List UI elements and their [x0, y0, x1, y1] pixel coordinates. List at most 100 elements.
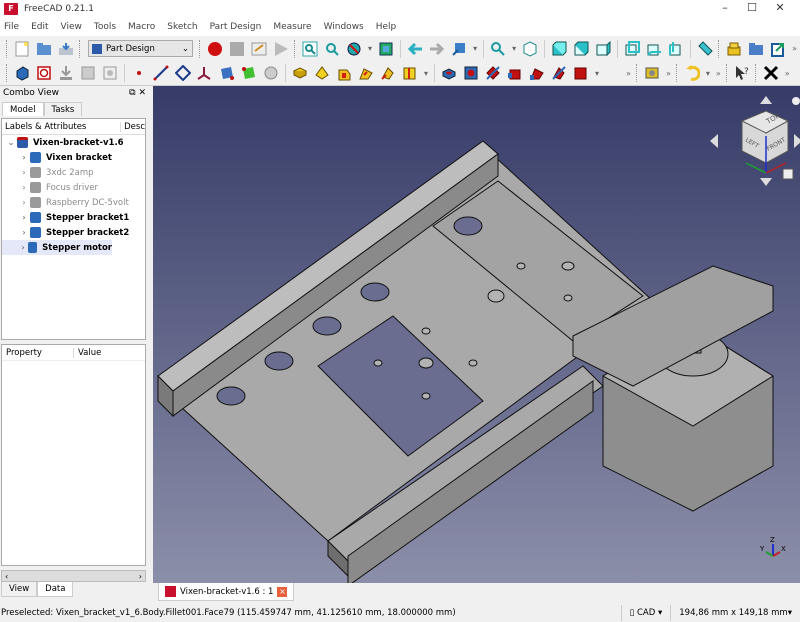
macro-record-icon[interactable]	[206, 40, 224, 58]
macro-run-icon[interactable]	[272, 40, 290, 58]
value-column-header[interactable]: Value	[74, 348, 101, 358]
front-view-icon[interactable]	[550, 40, 568, 58]
property-column-header[interactable]: Property	[2, 347, 74, 358]
dropdown-arrow-icon[interactable]: ▾	[595, 69, 599, 78]
maximize-button[interactable]: ☐	[737, 0, 767, 18]
rear-view-icon[interactable]	[623, 40, 641, 58]
zoom-icon[interactable]	[489, 40, 507, 58]
menu-macro[interactable]: Macro	[128, 22, 155, 32]
menu-tools[interactable]: Tools	[94, 22, 116, 32]
create-part-icon[interactable]	[725, 40, 743, 58]
subtractive-helix-icon[interactable]	[550, 64, 568, 82]
menu-sketch[interactable]: Sketch	[167, 22, 197, 32]
scroll-left-icon[interactable]: ‹	[5, 572, 8, 581]
tree-item[interactable]: › Focus driver	[2, 180, 145, 195]
measure-ruler-icon[interactable]	[696, 40, 714, 58]
menu-file[interactable]: File	[4, 22, 19, 32]
subtractive-pipe-icon[interactable]	[528, 64, 546, 82]
left-view-icon[interactable]	[667, 40, 685, 58]
expand-arrow-icon[interactable]: ›	[18, 153, 30, 162]
macro-edit-icon[interactable]	[250, 40, 268, 58]
dropdown-arrow-icon[interactable]: ▾	[473, 44, 477, 53]
expand-arrow-icon[interactable]: ›	[18, 213, 30, 222]
isometric-view-icon[interactable]	[521, 40, 539, 58]
pocket-icon[interactable]	[440, 64, 458, 82]
expand-arrow-icon[interactable]: ›	[18, 228, 30, 237]
toolbar-overflow[interactable]: »	[626, 69, 631, 78]
tree-item[interactable]: › Stepper bracket1	[2, 210, 145, 225]
expand-arrow-icon[interactable]: ›	[18, 168, 30, 177]
whats-this-icon[interactable]: ?	[733, 64, 751, 82]
subtractive-loft-icon[interactable]	[506, 64, 524, 82]
close-panel-icon[interactable]: ✕	[138, 88, 146, 98]
save-icon[interactable]	[57, 40, 75, 58]
shape-binder-icon[interactable]	[218, 64, 236, 82]
close-x-icon[interactable]	[762, 64, 780, 82]
draw-style-icon[interactable]	[345, 40, 363, 58]
open-folder-icon[interactable]	[35, 40, 53, 58]
additive-box-icon[interactable]	[401, 64, 419, 82]
tree-item[interactable]: › Raspberry DC-5volt	[2, 195, 145, 210]
dropdown-arrow-icon[interactable]: ▾	[424, 69, 428, 78]
dimension-selector[interactable]: 194,86 mm x 149,18 mm ▾	[670, 605, 800, 621]
local-coordinate-system-icon[interactable]	[196, 64, 214, 82]
dropdown-arrow-icon[interactable]: ▾	[512, 44, 516, 53]
measure-tape-icon[interactable]	[643, 64, 661, 82]
horizontal-scrollbar[interactable]: ‹ ›	[1, 570, 146, 582]
datum-plane-icon[interactable]	[174, 64, 192, 82]
3d-model-render[interactable]: TOP LEFT FRONT Z Y X	[153, 86, 800, 583]
menu-windows[interactable]: Windows	[324, 22, 364, 32]
menu-edit[interactable]: Edit	[31, 22, 48, 32]
menu-help[interactable]: Help	[376, 22, 397, 32]
top-view-icon[interactable]	[572, 40, 590, 58]
fit-selection-icon[interactable]	[323, 40, 341, 58]
link-icon[interactable]	[769, 40, 787, 58]
expand-arrow-icon[interactable]: ›	[18, 243, 28, 252]
bounding-box-icon[interactable]	[377, 40, 395, 58]
additive-helix-icon[interactable]	[379, 64, 397, 82]
scroll-right-icon[interactable]: ›	[139, 572, 142, 581]
groove-icon[interactable]	[484, 64, 502, 82]
tab-view[interactable]: View	[1, 582, 38, 597]
3d-viewport[interactable]: TOP LEFT FRONT Z Y X	[153, 86, 800, 583]
right-view-icon[interactable]	[594, 40, 612, 58]
create-group-icon[interactable]	[747, 40, 765, 58]
document-tab[interactable]: Vixen-bracket-v1.6 : 1 ×	[158, 583, 295, 601]
tab-tasks[interactable]: Tasks	[43, 102, 83, 116]
hole-icon[interactable]	[462, 64, 480, 82]
additive-loft-icon[interactable]	[335, 64, 353, 82]
menu-view[interactable]: View	[61, 22, 82, 32]
minimize-button[interactable]: –	[710, 0, 740, 18]
labels-column-header[interactable]: Labels & Attributes	[2, 121, 122, 132]
expand-chevron-icon[interactable]: ⌄	[5, 138, 17, 147]
bottom-view-icon[interactable]	[645, 40, 663, 58]
dropdown-arrow-icon[interactable]: ▾	[706, 69, 710, 78]
new-document-icon[interactable]	[13, 40, 31, 58]
close-tab-icon[interactable]: ×	[277, 586, 288, 597]
expand-arrow-icon[interactable]: ›	[18, 183, 30, 192]
toolbar-overflow[interactable]: »	[792, 44, 797, 53]
datum-line-icon[interactable]	[152, 64, 170, 82]
tab-data[interactable]: Data	[37, 582, 74, 597]
subtractive-box-icon[interactable]	[572, 64, 590, 82]
tree-root-document[interactable]: ⌄ Vixen-bracket-v1.6	[2, 135, 145, 150]
pad-icon[interactable]	[291, 64, 309, 82]
clone-icon[interactable]	[262, 64, 280, 82]
expand-arrow-icon[interactable]: ›	[18, 198, 30, 207]
fit-all-icon[interactable]	[301, 40, 319, 58]
undo-icon[interactable]	[683, 64, 701, 82]
menu-measure[interactable]: Measure	[273, 22, 311, 32]
validate-sketch-icon[interactable]	[57, 64, 75, 82]
float-panel-icon[interactable]: ⧉	[129, 88, 135, 98]
subshape-binder-icon[interactable]	[101, 64, 119, 82]
description-column-header[interactable]: Desc	[121, 122, 145, 132]
tree-item-selected[interactable]: › Stepper motor	[2, 240, 112, 255]
forward-arrow-icon[interactable]	[428, 40, 446, 58]
navigation-style-selector[interactable]: ▯ CAD ▾	[620, 605, 671, 621]
macro-stop-icon[interactable]	[228, 40, 246, 58]
revolution-icon[interactable]	[313, 64, 331, 82]
close-button[interactable]: ✕	[765, 0, 795, 18]
toolbar-overflow[interactable]: »	[666, 69, 671, 78]
subshape-binder-green-icon[interactable]	[240, 64, 258, 82]
menu-part-design[interactable]: Part Design	[210, 22, 262, 32]
